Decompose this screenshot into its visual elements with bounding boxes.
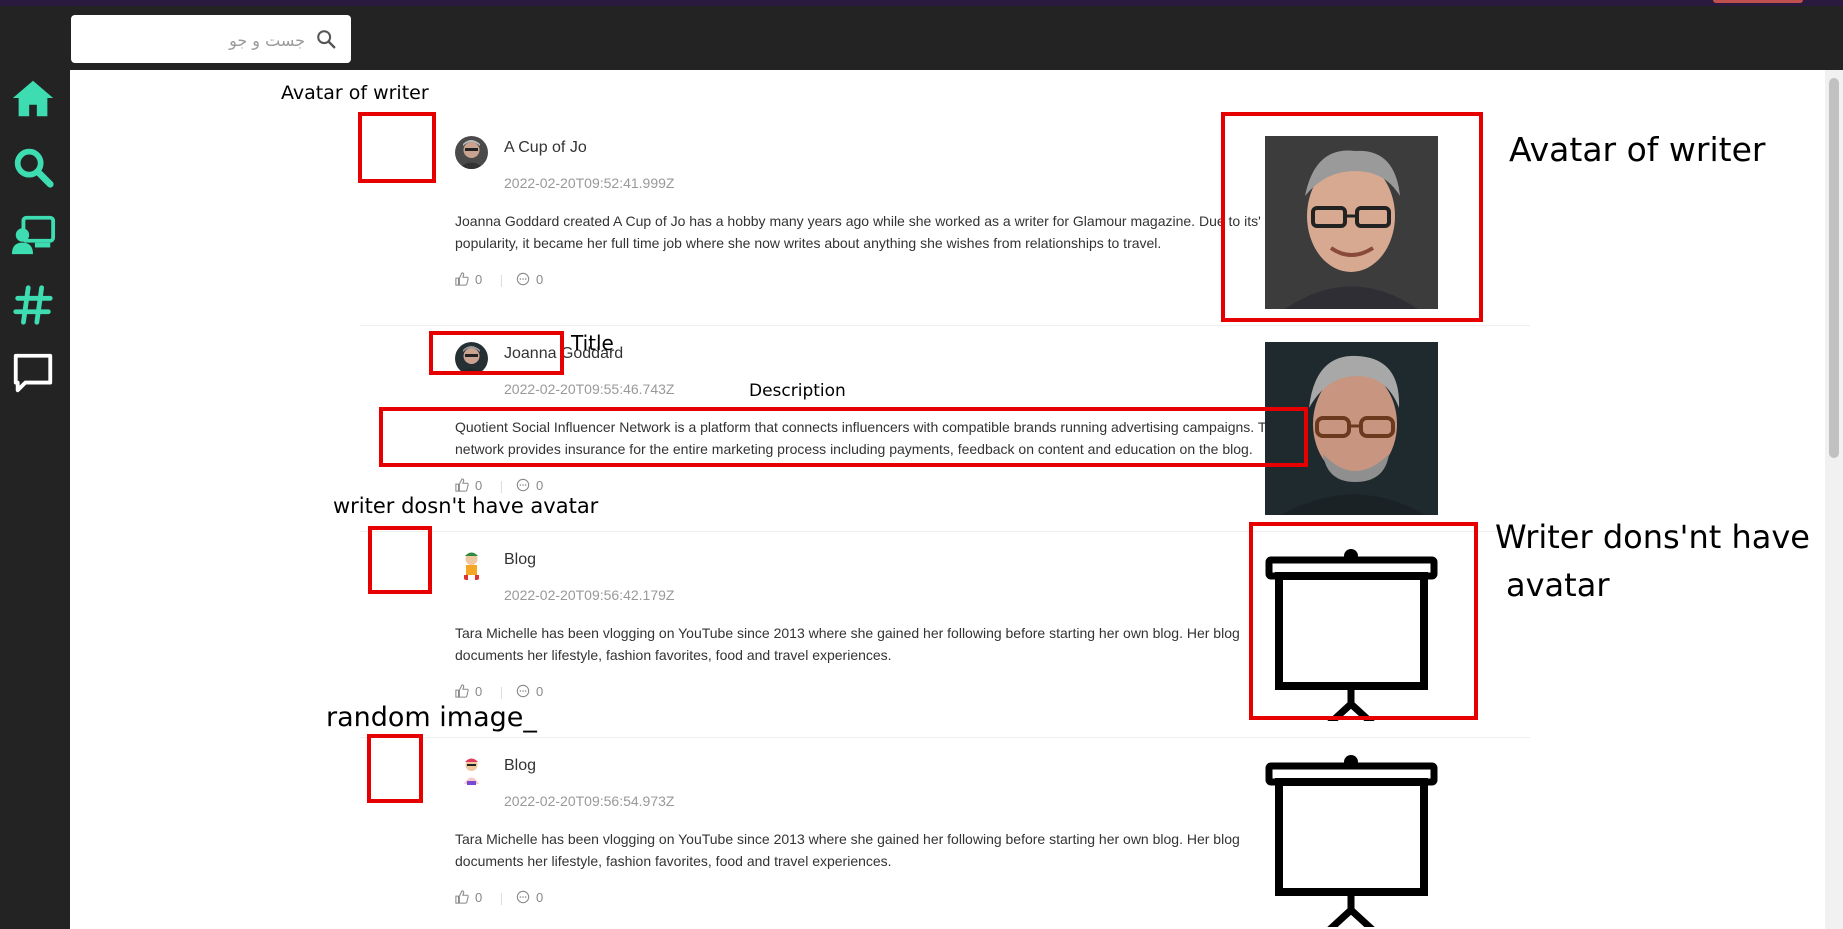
comment-icon	[516, 684, 530, 698]
post-title[interactable]: A Cup of Jo	[504, 139, 587, 157]
like-button[interactable]: 0	[455, 684, 482, 699]
like-button[interactable]: 0	[455, 478, 482, 493]
writer-avatar-random	[455, 754, 488, 787]
main-feed: A Cup of Jo 2022-02-20T09:52:41.999Z Joa…	[70, 70, 1825, 929]
comment-button[interactable]: 0	[516, 684, 543, 699]
post-title[interactable]: Blog	[504, 551, 536, 569]
comment-icon	[516, 890, 530, 904]
annotation-label: random image_	[326, 702, 537, 733]
scrollbar-thumb[interactable]	[1829, 78, 1839, 458]
thumbs-up-icon	[455, 684, 469, 698]
comment-count: 0	[536, 272, 544, 287]
thumbs-up-icon	[455, 890, 469, 904]
comment-button[interactable]: 0	[516, 890, 543, 905]
comment-button[interactable]: 0	[516, 478, 543, 493]
post-date: 2022-02-20T09:52:41.999Z	[504, 175, 675, 191]
annotation-box-avatar	[358, 112, 436, 183]
annotation-box-description	[379, 407, 1308, 467]
home-icon[interactable]	[10, 76, 56, 122]
comment-count: 0	[536, 478, 544, 493]
thumbs-up-icon	[455, 478, 469, 492]
thumbs-up-icon	[455, 272, 469, 286]
writer-avatar-placeholder	[455, 548, 488, 581]
like-button[interactable]: 0	[455, 272, 482, 287]
annotation-box-title	[429, 331, 564, 375]
annotation-label: Description	[749, 381, 846, 401]
annotation-label: Writer dons'nt have	[1495, 518, 1810, 556]
user-screen-icon[interactable]	[10, 212, 56, 258]
annotation-label: writer dosn't have avatar	[333, 494, 599, 518]
post-date: 2022-02-20T09:55:46.743Z	[504, 381, 675, 397]
sidebar	[0, 70, 70, 929]
writer-avatar	[455, 136, 488, 169]
like-count: 0	[475, 890, 483, 905]
search-input[interactable]	[83, 25, 307, 55]
top-strip	[0, 0, 1843, 6]
presentation-screen-icon	[1265, 754, 1438, 927]
hashtag-icon[interactable]	[10, 282, 56, 328]
annotation-box-no-avatar	[368, 526, 432, 594]
annotation-label: Avatar of writer	[281, 82, 429, 104]
comment-icon	[516, 478, 530, 492]
post-description: Joanna Goddard created A Cup of Jo has a…	[455, 213, 1261, 251]
comment-count: 0	[536, 890, 544, 905]
post-date: 2022-02-20T09:56:42.179Z	[504, 587, 675, 603]
top-strip-tab	[1713, 0, 1803, 3]
annotation-label: Avatar of writer	[1509, 130, 1766, 169]
action-separator	[501, 275, 502, 287]
action-separator	[501, 687, 502, 699]
action-separator	[501, 481, 502, 493]
scrollbar[interactable]	[1825, 70, 1843, 929]
comment-button[interactable]: 0	[516, 272, 543, 287]
explore-search-icon[interactable]	[10, 144, 56, 190]
like-button[interactable]: 0	[455, 890, 482, 905]
annotation-box-random-image	[367, 734, 423, 803]
post-divider	[360, 325, 1530, 326]
search-icon[interactable]	[315, 28, 337, 50]
post-title[interactable]: Blog	[504, 757, 536, 775]
post-divider	[360, 737, 1530, 738]
message-icon[interactable]	[10, 350, 56, 396]
post-description: Tara Michelle has been vlogging on YouTu…	[455, 625, 1240, 663]
annotation-label: Title	[571, 331, 614, 355]
comment-icon	[516, 272, 530, 286]
post-date: 2022-02-20T09:56:54.973Z	[504, 793, 675, 809]
action-separator	[501, 893, 502, 905]
annotation-box-no-avatar-image	[1249, 522, 1478, 720]
annotation-box-avatar-image	[1221, 112, 1483, 322]
like-count: 0	[475, 478, 483, 493]
like-count: 0	[475, 684, 483, 699]
search-box	[71, 15, 351, 63]
comment-count: 0	[536, 684, 544, 699]
post-description: Tara Michelle has been vlogging on YouTu…	[455, 831, 1240, 869]
like-count: 0	[475, 272, 483, 287]
annotation-label: avatar	[1506, 566, 1610, 604]
